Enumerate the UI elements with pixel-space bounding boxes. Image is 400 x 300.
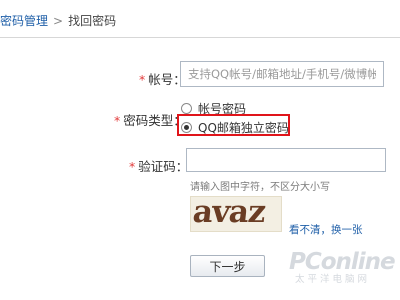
breadcrumb-separator: > — [53, 14, 64, 28]
captcha-text: avaz — [191, 196, 267, 230]
breadcrumb: 密码管理 > 找回密码 — [0, 12, 116, 30]
watermark-logo: PConline 太平洋电脑网 — [289, 249, 396, 285]
account-input[interactable] — [180, 61, 384, 87]
account-label: * 帐号： — [139, 69, 186, 88]
breadcrumb-password-management-link[interactable]: 密码管理 — [0, 14, 48, 28]
verify-code-hint: 请输入图中字符，不区分大小写 — [190, 182, 330, 193]
next-step-button[interactable]: 下一步 — [190, 255, 265, 277]
captcha-image[interactable]: avaz — [190, 196, 282, 232]
header-divider — [0, 37, 400, 38]
required-mark: * — [139, 72, 146, 87]
password-type-label: * 密码类型： — [114, 110, 186, 129]
required-mark: * — [114, 113, 121, 128]
watermark-sub-text: 太平洋电脑网 — [295, 274, 371, 285]
verify-code-input[interactable] — [186, 148, 386, 172]
highlight-box — [177, 114, 290, 136]
radio-button-unselected[interactable] — [181, 103, 192, 114]
verify-code-label-text: 验证码： — [138, 159, 189, 174]
refresh-captcha-link[interactable]: 看不清，换一张 — [289, 222, 363, 237]
verify-code-label: * 验证码： — [129, 156, 188, 175]
required-mark: * — [129, 159, 136, 174]
watermark-main-text: PConline — [289, 249, 396, 275]
breadcrumb-current: 找回密码 — [68, 14, 117, 28]
